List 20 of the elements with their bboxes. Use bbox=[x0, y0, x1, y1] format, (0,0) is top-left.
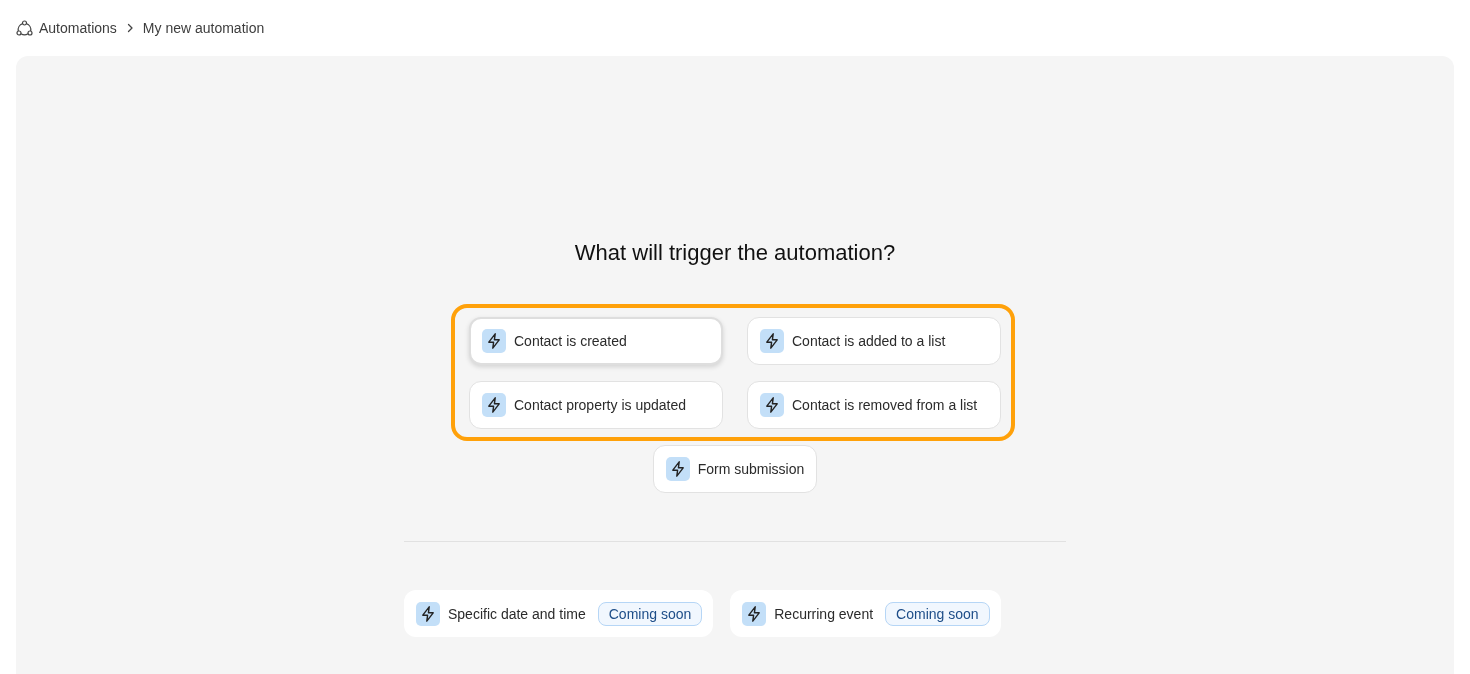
lightning-bolt-icon bbox=[482, 393, 506, 417]
lightning-bolt-icon bbox=[416, 601, 440, 626]
trigger-label: Specific date and time bbox=[448, 605, 586, 622]
breadcrumb-link[interactable]: Automations bbox=[16, 19, 117, 37]
trigger-label: Recurring event bbox=[774, 605, 874, 622]
trigger-option[interactable]: Contact is removed from a list bbox=[747, 381, 1001, 429]
trigger-option[interactable]: Contact is added to a list bbox=[747, 317, 1001, 365]
trigger-option[interactable]: Contact is created bbox=[469, 317, 723, 365]
coming-soon-badge: Coming soon bbox=[885, 601, 990, 626]
lightning-bolt-icon bbox=[760, 329, 784, 353]
trigger-option[interactable]: Form submission bbox=[652, 445, 818, 493]
breadcrumb-current-page: My new automation bbox=[142, 20, 265, 36]
coming-soon-badge: Coming soon bbox=[597, 601, 703, 626]
lightning-bolt-icon bbox=[482, 329, 506, 353]
trigger-option[interactable]: Contact property is updated bbox=[469, 381, 723, 429]
lightning-bolt-icon bbox=[742, 601, 767, 626]
page-heading: What will trigger the automation? bbox=[574, 239, 896, 267]
lightning-bolt-icon bbox=[665, 457, 690, 481]
lightning-bolt-icon bbox=[760, 393, 784, 417]
cycle-nodes-icon bbox=[16, 19, 33, 37]
